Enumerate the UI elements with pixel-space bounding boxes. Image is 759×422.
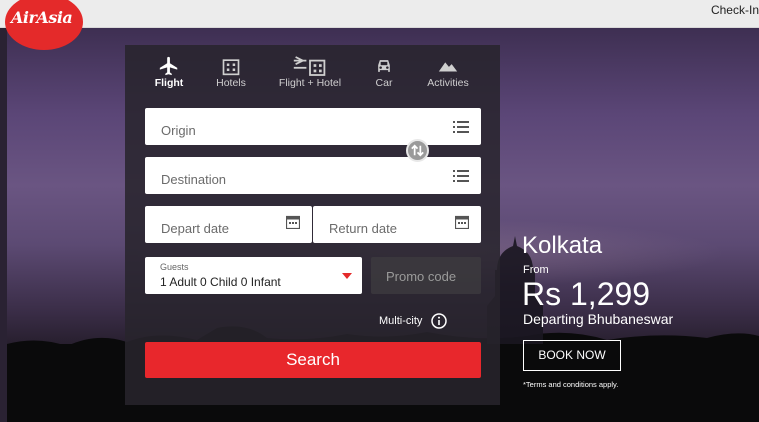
logo-text: AirAsia: [11, 8, 73, 27]
tab-label: Flight + Hotel: [278, 77, 342, 89]
swap-button[interactable]: [406, 139, 429, 162]
car-icon: [378, 60, 390, 72]
promo-placeholder: Promo code: [386, 269, 457, 284]
terms-text: *Terms and conditions apply.: [523, 380, 619, 389]
tab-label: Activities: [427, 77, 469, 89]
destination-field[interactable]: Destination: [145, 157, 481, 194]
return-date-field[interactable]: Return date: [313, 206, 481, 243]
depart-date-field[interactable]: Depart date: [145, 206, 312, 243]
guests-value: 1 Adult 0 Child 0 Infant: [160, 275, 281, 289]
top-bar: Check-In: [0, 0, 759, 28]
multi-city-link[interactable]: Multi-city: [379, 315, 422, 327]
book-now-button[interactable]: BOOK NOW: [523, 340, 621, 371]
chevron-down-icon: [342, 273, 352, 279]
search-button[interactable]: Search: [145, 342, 481, 378]
calendar-icon[interactable]: [286, 215, 300, 229]
origin-field[interactable]: Origin: [145, 108, 481, 145]
checkin-link[interactable]: Check-In: [711, 3, 759, 17]
guests-label: Guests: [160, 262, 189, 272]
tab-activities[interactable]: Activities: [425, 55, 471, 89]
return-placeholder: Return date: [329, 221, 397, 236]
plane-icon: [159, 56, 178, 76]
origin-placeholder: Origin: [161, 123, 196, 138]
promo-code-input[interactable]: Promo code: [371, 257, 481, 294]
building-icon: [222, 59, 240, 76]
promo-city: Kolkata: [522, 232, 603, 259]
list-icon[interactable]: [453, 170, 469, 182]
tab-hotels[interactable]: Hotels: [211, 55, 251, 89]
promo-price: Rs 1,299: [522, 276, 651, 312]
promo-departing: Departing Bhubaneswar: [523, 311, 674, 327]
guests-select[interactable]: Guests 1 Adult 0 Child 0 Infant: [145, 257, 362, 294]
list-icon[interactable]: [453, 121, 469, 133]
info-icon[interactable]: [431, 313, 447, 329]
booking-panel: Flight Hotels Flight + Hotel Car Activit…: [125, 45, 500, 405]
calendar-icon[interactable]: [455, 215, 469, 229]
mountain-icon: [438, 62, 458, 72]
tab-flight[interactable]: Flight: [150, 55, 188, 89]
plane-building-icon: [293, 56, 326, 76]
tab-car[interactable]: Car: [370, 55, 398, 89]
tab-label: Flight: [154, 77, 184, 89]
tab-label: Hotels: [216, 77, 246, 89]
swap-arrows-icon: [411, 144, 424, 157]
depart-placeholder: Depart date: [161, 221, 229, 236]
booking-tabs: Flight Hotels Flight + Hotel Car Activit…: [125, 45, 500, 103]
tab-label: Car: [375, 77, 393, 89]
destination-placeholder: Destination: [161, 172, 227, 187]
promo-from-label: From: [523, 264, 549, 276]
tab-flight-hotel[interactable]: Flight + Hotel: [277, 55, 343, 89]
